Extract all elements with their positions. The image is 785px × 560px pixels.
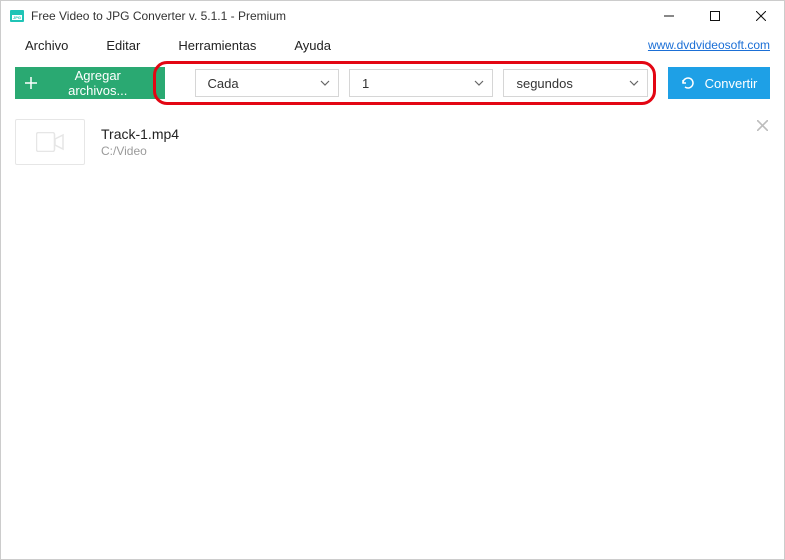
website-link[interactable]: www.dvdvideosoft.com [648,38,770,52]
add-files-button[interactable]: Agregar archivos... [15,67,165,99]
svg-text:JPG: JPG [13,15,21,20]
file-list: Track-1.mp4 C:/Video [1,107,784,177]
refresh-icon [681,76,695,90]
toolbar: Agregar archivos... Cada 1 segundos Conv… [1,59,784,107]
menu-herramientas[interactable]: Herramientas [168,34,266,57]
convert-button[interactable]: Convertir [668,67,770,99]
mode-dropdown[interactable]: Cada [195,69,339,97]
unit-dropdown-value: segundos [516,76,572,91]
file-info: Track-1.mp4 C:/Video [101,126,179,158]
minimize-button[interactable] [646,1,692,31]
app-title: Free Video to JPG Converter v. 5.1.1 - P… [31,9,646,23]
unit-dropdown[interactable]: segundos [503,69,647,97]
menu-ayuda[interactable]: Ayuda [284,34,341,57]
video-thumbnail [15,119,85,165]
menu-archivo[interactable]: Archivo [15,34,78,57]
video-icon [36,132,64,152]
file-name: Track-1.mp4 [101,126,179,142]
list-item[interactable]: Track-1.mp4 C:/Video [1,111,784,173]
titlebar: JPG Free Video to JPG Converter v. 5.1.1… [1,1,784,31]
chevron-down-icon [320,80,330,86]
maximize-button[interactable] [692,1,738,31]
value-dropdown[interactable]: 1 [349,69,493,97]
mode-dropdown-value: Cada [208,76,239,91]
file-path: C:/Video [101,144,179,158]
app-icon: JPG [9,8,25,24]
close-button[interactable] [738,1,784,31]
plus-icon [25,77,37,89]
menubar: Archivo Editar Herramientas Ayuda www.dv… [1,31,784,59]
menu-editar[interactable]: Editar [96,34,150,57]
convert-label: Convertir [705,76,758,91]
remove-file-button[interactable] [757,119,768,135]
window-controls [646,1,784,31]
add-files-label: Agregar archivos... [45,68,151,98]
chevron-down-icon [474,80,484,86]
close-icon [757,120,768,131]
value-dropdown-value: 1 [362,76,369,91]
chevron-down-icon [629,80,639,86]
